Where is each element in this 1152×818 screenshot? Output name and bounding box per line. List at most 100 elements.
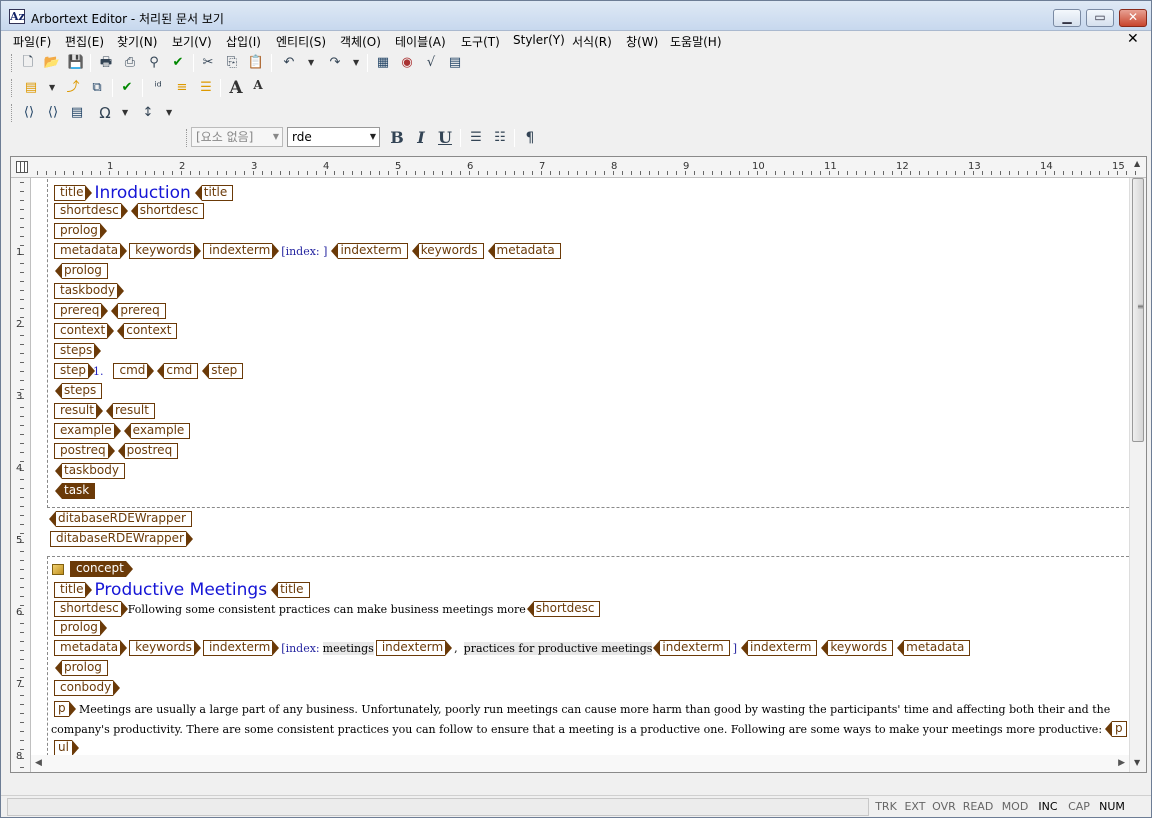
status-num[interactable]: NUM xyxy=(1095,798,1129,816)
indexterm-start-tag[interactable]: indexterm xyxy=(202,242,280,259)
italic-button[interactable]: I xyxy=(411,128,431,148)
keywords-end-tag[interactable]: keywords xyxy=(821,639,894,656)
menu-find[interactable]: 찾기(N) xyxy=(117,33,157,50)
indexterm-end-tag[interactable]: indexterm xyxy=(331,242,408,259)
index-label[interactable]: [index: xyxy=(281,642,319,655)
postreq-start-tag[interactable]: postreq xyxy=(54,442,115,459)
metadata-start-tag[interactable]: metadata xyxy=(54,242,128,259)
ditabaserdewrapper-start-tag[interactable]: ditabaseRDEWrapper xyxy=(50,530,193,547)
redo-dropdown-icon[interactable]: ▼ xyxy=(353,53,361,73)
cmd-start-tag[interactable]: cmd xyxy=(113,362,155,379)
result-start-tag[interactable]: result xyxy=(54,402,103,419)
shortdesc-end-tag[interactable]: shortdesc xyxy=(526,600,601,617)
document-content[interactable]: title Inroduction title shortdesc shortdesc… xyxy=(31,178,1129,755)
ul-start-tag[interactable]: ul xyxy=(54,739,79,755)
p-end-tag[interactable]: p xyxy=(1105,720,1127,737)
title-start-tag[interactable]: title xyxy=(54,581,94,598)
index-term-meetings[interactable]: meetings xyxy=(322,641,374,655)
context-end-tag[interactable]: context xyxy=(117,322,178,339)
concept-title[interactable]: Productive Meetings xyxy=(94,580,267,600)
concept-icon[interactable] xyxy=(52,563,64,575)
title-end-tag[interactable]: title xyxy=(194,184,234,201)
status-cap[interactable]: CAP xyxy=(1063,798,1095,816)
line-spacing-icon[interactable]: ↕ xyxy=(138,103,158,123)
bold-button[interactable]: B xyxy=(387,128,407,148)
prolog-start-tag[interactable]: prolog xyxy=(54,222,107,239)
steps-start-tag[interactable]: steps xyxy=(54,342,102,359)
context-start-tag[interactable]: context xyxy=(54,322,115,339)
scroll-up-icon[interactable]: ▲ xyxy=(1134,159,1140,168)
copy-icon[interactable]: ⎘ xyxy=(222,53,242,73)
menu-help[interactable]: 도움말(H) xyxy=(670,33,722,50)
step-start-tag[interactable]: step xyxy=(54,362,95,379)
title-end-tag[interactable]: title xyxy=(270,581,310,598)
menu-entity[interactable]: 엔티티(S) xyxy=(276,33,326,50)
taskbody-start-tag[interactable]: taskbody xyxy=(54,282,124,299)
show-paragraph-button[interactable]: ¶ xyxy=(520,128,540,148)
menu-object[interactable]: 객체(O) xyxy=(340,33,381,50)
element-combo[interactable]: [요소 없음] ▼ xyxy=(191,127,283,147)
ditabaserdewrapper-end-tag[interactable]: ditabaseRDEWrapper xyxy=(49,510,192,527)
insert-markup-icon[interactable]: ▤ xyxy=(21,78,41,98)
index-label[interactable]: [index: ] xyxy=(281,245,327,258)
concept-start-tag[interactable]: concept xyxy=(70,560,133,577)
edit-attributes-icon[interactable]: ☰ xyxy=(196,78,216,98)
change-markup-icon[interactable]: ⤴ xyxy=(63,78,83,98)
menu-table[interactable]: 테이블(A) xyxy=(395,33,446,50)
menu-format[interactable]: 서식(R) xyxy=(572,33,612,50)
save-icon[interactable]: 💾 xyxy=(66,53,86,73)
tags-hidden-icon[interactable]: ▤ xyxy=(67,103,87,123)
check-completeness-icon[interactable]: ✔ xyxy=(117,78,137,98)
status-read[interactable]: READ xyxy=(959,798,997,816)
metadata-end-tag[interactable]: metadata xyxy=(897,639,971,656)
scroll-right-icon[interactable]: ▶ xyxy=(1118,758,1125,768)
open-folder-icon[interactable]: 📂 xyxy=(42,53,62,73)
example-start-tag[interactable]: example xyxy=(54,422,121,439)
metadata-start-tag[interactable]: metadata xyxy=(54,639,128,656)
menu-window[interactable]: 창(W) xyxy=(626,33,658,50)
insert-graphic-icon[interactable]: ◉ xyxy=(397,53,417,73)
status-trk[interactable]: TRK xyxy=(872,798,900,816)
task-end-tag[interactable]: task xyxy=(54,482,96,499)
scroll-left-icon[interactable]: ◀ xyxy=(35,758,42,768)
special-char-dropdown-icon[interactable]: ▼ xyxy=(122,103,130,123)
keywords-start-tag[interactable]: keywords xyxy=(129,242,201,259)
paragraph-line-1[interactable]: Meetings are usually a large part of any… xyxy=(79,700,1129,720)
taskbody-end-tag[interactable]: taskbody xyxy=(55,462,125,479)
keywords-end-tag[interactable]: keywords xyxy=(411,242,484,259)
paragraph-line-2[interactable]: company's productivity. There are some c… xyxy=(51,723,1102,736)
horizontal-scrollbar[interactable]: ◀ ▶ xyxy=(31,755,1129,772)
result-end-tag[interactable]: result xyxy=(105,402,155,419)
status-inc[interactable]: INC xyxy=(1033,798,1063,816)
find-binoculars-icon[interactable]: ⚲ xyxy=(144,53,164,73)
toolbar-grip[interactable] xyxy=(186,129,189,147)
numbered-list-icon[interactable]: ☰ xyxy=(466,128,486,148)
undo-dropdown-icon[interactable]: ▼ xyxy=(308,53,316,73)
decrease-font-icon[interactable]: A xyxy=(248,78,268,98)
indexterm-start-tag[interactable]: indexterm xyxy=(375,639,453,656)
menu-view[interactable]: 보기(V) xyxy=(172,33,212,50)
paste-icon[interactable]: 📋 xyxy=(246,53,266,73)
print-preview-icon[interactable]: ⎙ xyxy=(120,53,140,73)
redo-icon[interactable]: ↷ xyxy=(325,53,345,73)
metadata-end-tag[interactable]: metadata xyxy=(487,242,561,259)
spell-check-icon[interactable]: ✔ xyxy=(168,53,188,73)
insert-table-icon[interactable]: ▦ xyxy=(373,53,393,73)
shortdesc-end-tag[interactable]: shortdesc xyxy=(130,202,205,219)
cut-icon[interactable]: ✂ xyxy=(198,53,218,73)
split-element-icon[interactable]: ⧉ xyxy=(87,78,107,98)
increase-font-icon[interactable]: A xyxy=(226,78,246,98)
bulleted-list-icon[interactable]: ☷ xyxy=(490,128,510,148)
line-spacing-dropdown-icon[interactable]: ▼ xyxy=(166,103,174,123)
print-icon[interactable]: 🖶 xyxy=(96,53,116,73)
status-mod[interactable]: MOD xyxy=(998,798,1032,816)
new-document-icon[interactable]: 🗋 xyxy=(18,53,38,73)
menu-styler[interactable]: Styler(Y) xyxy=(513,33,565,47)
arbortext-app-icon[interactable]: Az xyxy=(9,9,25,24)
prereq-end-tag[interactable]: prereq xyxy=(111,302,166,319)
undo-icon[interactable]: ↶ xyxy=(279,53,299,73)
step-end-tag[interactable]: step xyxy=(202,362,244,379)
insert-id-icon[interactable]: ⁱᵈ xyxy=(148,78,168,98)
menu-file[interactable]: 파일(F) xyxy=(13,33,51,50)
status-ovr[interactable]: OVR xyxy=(929,798,959,816)
